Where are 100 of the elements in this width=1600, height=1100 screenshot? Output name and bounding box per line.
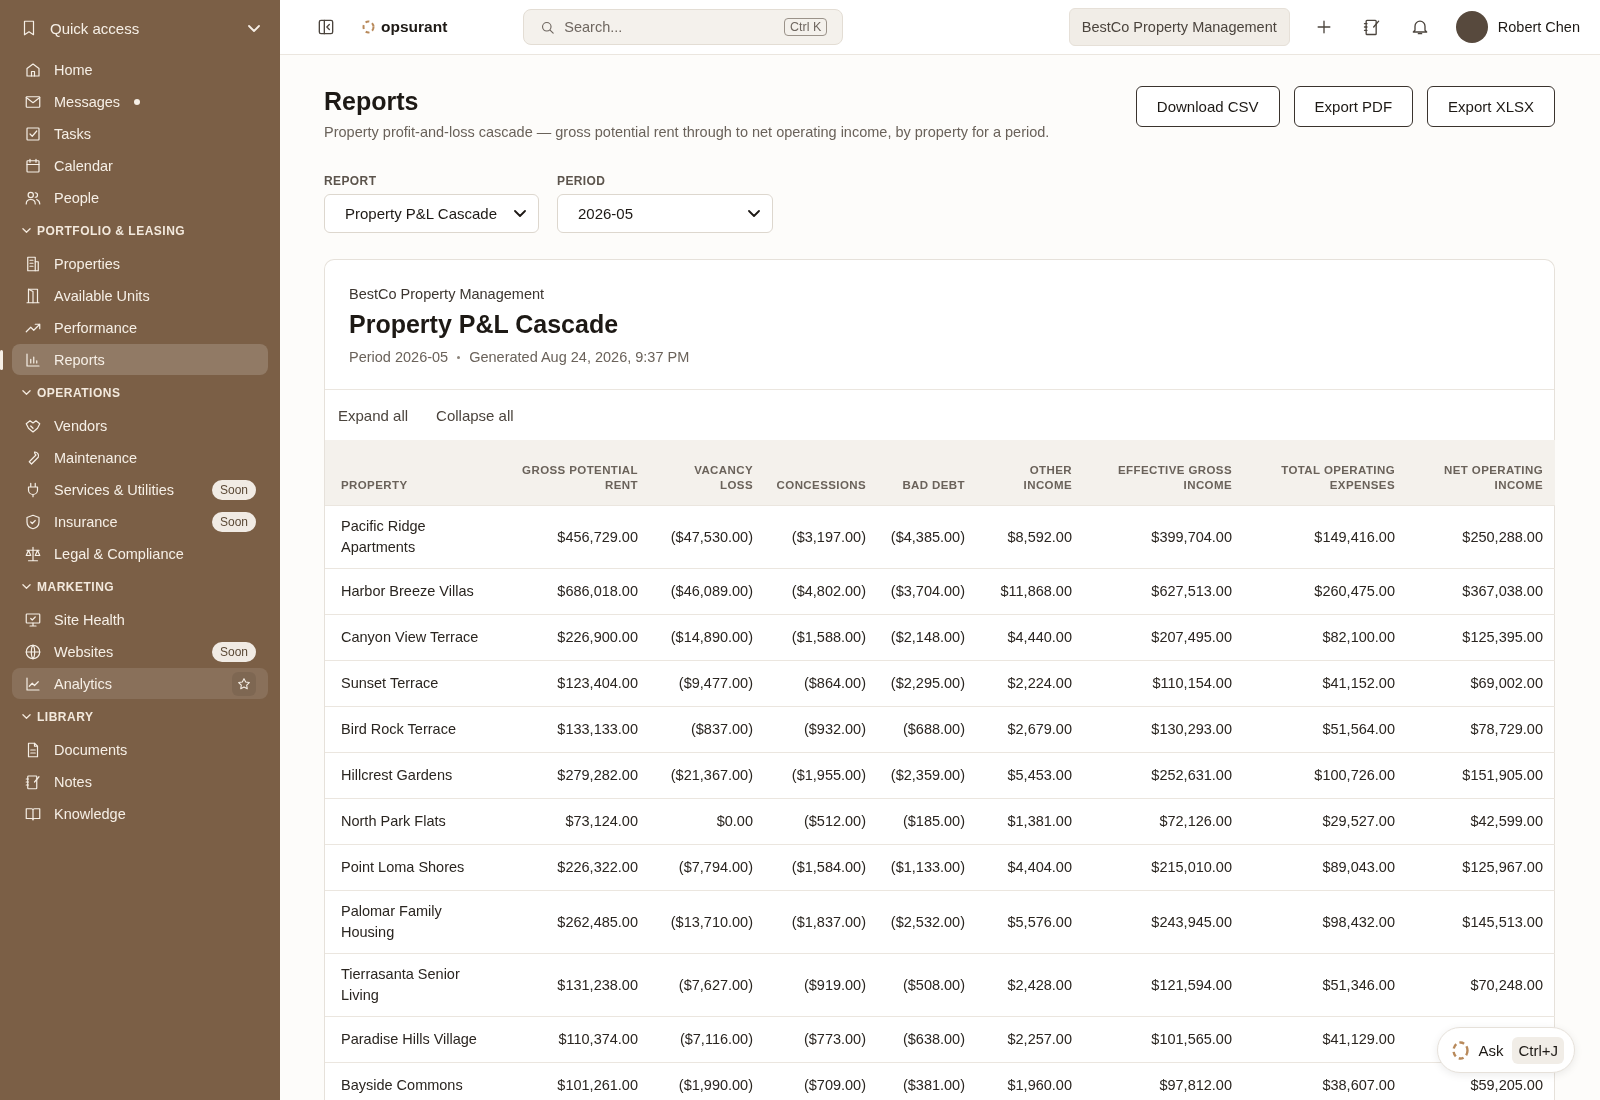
- section-header[interactable]: PORTFOLIO & LEASING: [12, 214, 268, 247]
- star-icon: [236, 675, 252, 692]
- ask-button[interactable]: Ask Ctrl+J: [1437, 1027, 1575, 1073]
- property-name: Point Loma Shores: [341, 859, 465, 875]
- table-cell: ($47,530.00): [670, 528, 753, 545]
- table-cell: $70,248.00: [1470, 976, 1543, 993]
- sidebar-item[interactable]: Documents: [12, 734, 268, 765]
- table-cell: ($2,359.00): [890, 767, 965, 783]
- table-cell: $456,729.00: [557, 528, 638, 545]
- table-cell: $5,576.00: [1007, 913, 1072, 930]
- sidebar-item[interactable]: Performance: [12, 312, 268, 343]
- table-cell: $0.00: [716, 813, 753, 829]
- section-header[interactable]: OPERATIONS: [12, 376, 268, 409]
- sidebar-item[interactable]: Knowledge: [12, 798, 268, 829]
- user-avatar[interactable]: [1455, 11, 1488, 43]
- table-cell: $69,002.00: [1470, 675, 1543, 691]
- table-cell: ($7,794.00): [678, 859, 753, 875]
- property-name: Canyon View Terrace: [341, 629, 479, 645]
- column-header: NET OPERATING INCOME: [1443, 462, 1543, 494]
- sidebar-item[interactable]: Analytics: [12, 668, 268, 699]
- chevron-icon: [22, 228, 31, 233]
- section-header[interactable]: MARKETING: [12, 570, 268, 603]
- sidebar-item[interactable]: Services & Utilities Soon: [12, 474, 268, 505]
- logo-icon: [1452, 1040, 1470, 1060]
- chevron-icon: [248, 24, 260, 32]
- sidebar-item[interactable]: Home: [12, 54, 268, 85]
- page-title: Reports: [324, 87, 420, 116]
- sidebar-item[interactable]: Insurance Soon: [12, 506, 268, 537]
- table-cell: ($2,148.00): [890, 629, 965, 645]
- table-cell: ($2,295.00): [890, 675, 965, 691]
- table-cell: ($1,837.00): [791, 913, 866, 930]
- table-cell: ($7,627.00): [678, 976, 753, 993]
- column-header: GROSS POTENTIAL RENT: [521, 462, 638, 494]
- property-name: Bayside Commons: [341, 1077, 463, 1094]
- toggle-link[interactable]: Collapse all: [429, 402, 521, 428]
- table-cell: $125,395.00: [1462, 629, 1543, 645]
- sidebar-item[interactable]: Tasks: [12, 118, 268, 149]
- filter-select[interactable]: Property P&L Cascade: [324, 194, 539, 233]
- logo-icon: [362, 20, 375, 34]
- table-cell: $1,960.00: [1007, 1077, 1072, 1094]
- table-cell: $100,726.00: [1314, 767, 1395, 783]
- table-cell: ($837.00): [690, 721, 753, 737]
- table-cell: ($21,367.00): [670, 767, 753, 783]
- table-cell: $130,293.00: [1151, 721, 1232, 737]
- table-cell: $215,010.00: [1151, 859, 1232, 875]
- property-name: Sunset Terrace: [341, 675, 439, 691]
- table-cell: $121,594.00: [1151, 976, 1232, 993]
- table-cell: ($9,477.00): [678, 675, 753, 691]
- chevron-icon: [22, 584, 31, 589]
- table-cell: $226,900.00: [557, 629, 638, 645]
- checkbox-icon: [24, 124, 42, 143]
- table-cell: $2,428.00: [1007, 976, 1072, 993]
- export-button[interactable]: Export XLSX: [1427, 86, 1555, 127]
- table-cell: $125,967.00: [1462, 859, 1543, 875]
- table-cell: $145,513.00: [1462, 913, 1543, 930]
- sidebar-item[interactable]: Legal & Compliance: [12, 538, 268, 569]
- table-cell: $73,124.00: [565, 813, 638, 829]
- table-cell: ($14,890.00): [670, 629, 753, 645]
- section-header[interactable]: LIBRARY: [12, 700, 268, 733]
- sidebar-item[interactable]: Available Units: [12, 280, 268, 311]
- sidebar-item[interactable]: Site Health: [12, 604, 268, 635]
- column-header: EFFECTIVE GROSS INCOME: [1117, 462, 1232, 494]
- table-cell: $2,224.00: [1007, 675, 1072, 691]
- table-cell: $11,868.00: [1000, 583, 1072, 599]
- favorite-button[interactable]: [232, 671, 256, 696]
- export-button[interactable]: Export PDF: [1293, 86, 1414, 127]
- table-cell: $101,565.00: [1151, 1031, 1232, 1048]
- user-name[interactable]: Robert Chen: [1497, 19, 1580, 35]
- table-cell: $72,126.00: [1159, 813, 1232, 829]
- export-button[interactable]: Download CSV: [1135, 86, 1280, 127]
- sidebar-item[interactable]: Maintenance: [12, 442, 268, 473]
- chevron-icon: [748, 210, 760, 217]
- sidebar-item[interactable]: Vendors: [12, 410, 268, 441]
- table-cell: $29,527.00: [1322, 813, 1395, 829]
- filter-select[interactable]: 2026-05: [557, 194, 773, 233]
- chevron-icon: [514, 210, 526, 217]
- table-cell: $243,945.00: [1151, 913, 1232, 930]
- sidebar-item[interactable]: People: [12, 182, 268, 213]
- table-cell: ($1,133.00): [890, 859, 965, 875]
- quick-access-header[interactable]: Quick access: [12, 14, 268, 42]
- table-cell: $101,261.00: [557, 1077, 638, 1094]
- page-description: Property profit-and-loss cascade — gross potential rent through to net operating income, by property for a period.: [324, 124, 1050, 140]
- scale-icon: [24, 544, 42, 563]
- organization-button[interactable]: BestCo Property Management: [1068, 8, 1290, 46]
- table-cell: ($1,584.00): [791, 859, 866, 875]
- table-cell: $627,513.00: [1151, 583, 1232, 599]
- report-organization: BestCo Property Management: [349, 286, 546, 302]
- soon-badge: Soon: [211, 511, 256, 532]
- toggle-link[interactable]: Expand all: [331, 402, 416, 428]
- sidebar-item[interactable]: Calendar: [12, 150, 268, 181]
- filter-label: PERIOD: [557, 174, 607, 188]
- table-cell: $279,282.00: [557, 767, 638, 783]
- sidebar-item[interactable]: Messages: [12, 86, 268, 117]
- table-cell: $260,475.00: [1314, 583, 1395, 599]
- table-cell: ($1,990.00): [678, 1077, 753, 1094]
- sidebar-item[interactable]: Notes: [12, 766, 268, 797]
- sidebar-item[interactable]: Websites Soon: [12, 636, 268, 667]
- table-cell: $2,257.00: [1007, 1031, 1072, 1048]
- sidebar-item[interactable]: Properties: [12, 248, 268, 279]
- table-cell: $38,607.00: [1322, 1077, 1395, 1094]
